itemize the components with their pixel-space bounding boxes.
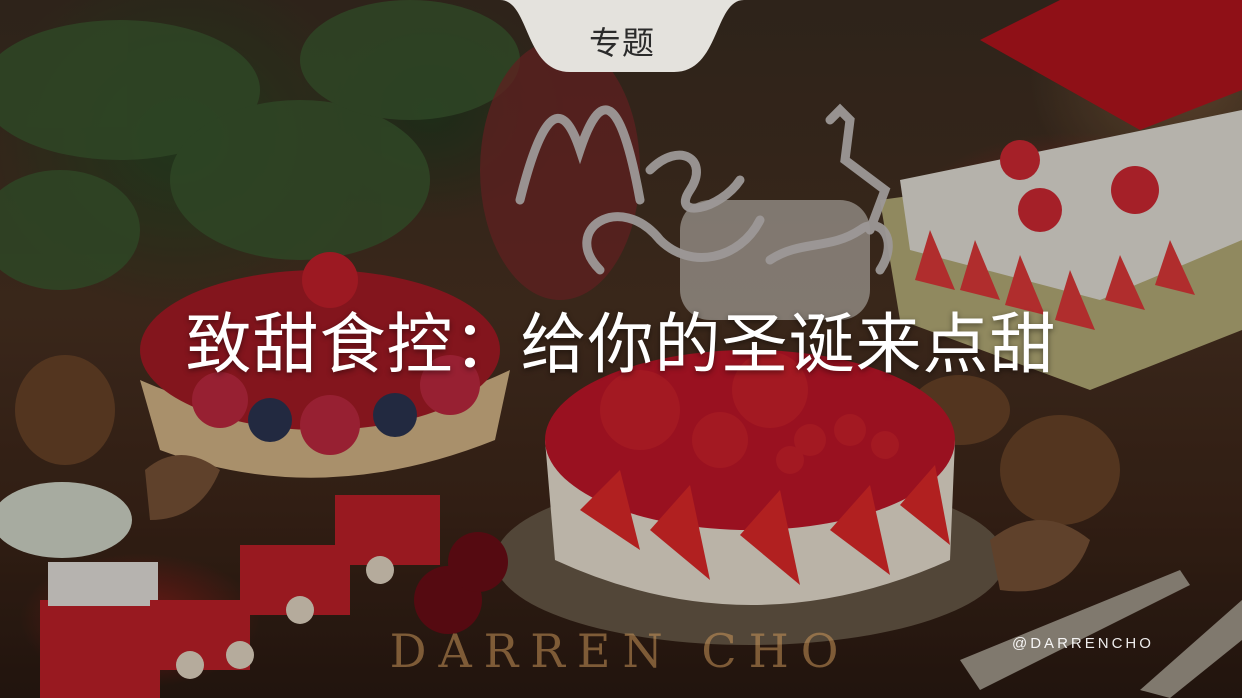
photographer-handle-watermark: @DARRENCHO [1012, 635, 1154, 652]
photographer-wordmark-watermark: DARREN CHO [389, 624, 851, 678]
banner-headline: 致甜食控：给你的圣诞来点甜 [185, 306, 1057, 383]
topic-tag-label: 专题 [588, 24, 655, 62]
promo-banner[interactable]: 专题 致甜食控：给你的圣诞来点甜 DARREN CHO @DARRENCHO [0, 0, 1242, 698]
